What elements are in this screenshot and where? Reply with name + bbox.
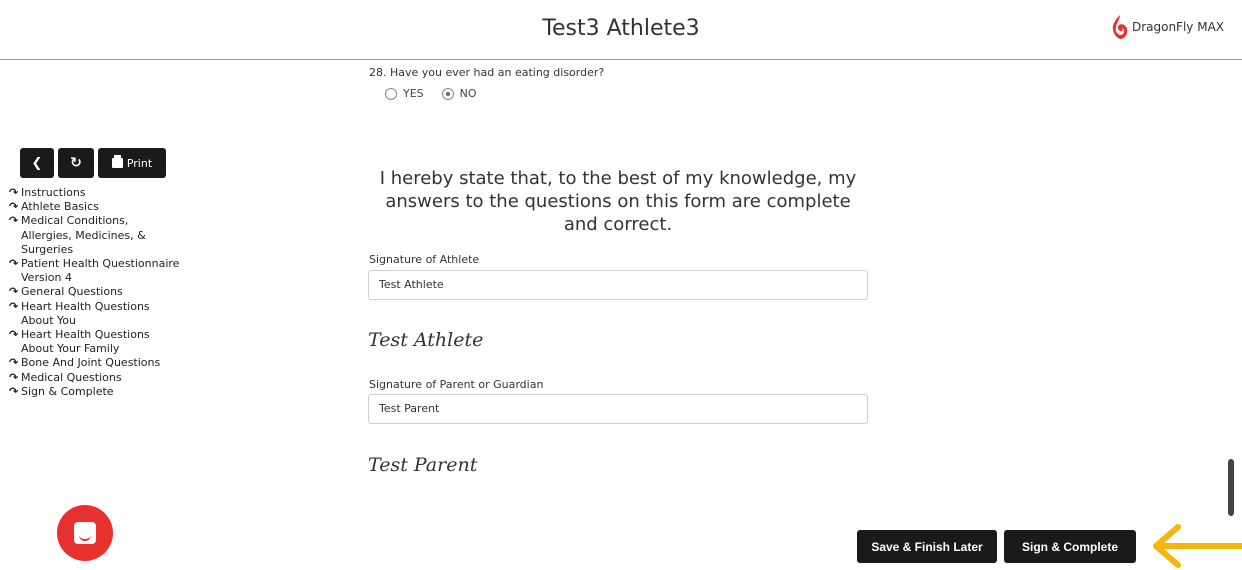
brand-name: DragonFly MAX <box>1131 20 1224 34</box>
brand-logo: DragonFly MAX <box>1111 14 1224 40</box>
nav-item-heart-you[interactable]: ↷ Heart Health Questions About You <box>9 300 209 328</box>
nav-item-label: General Questions <box>21 285 123 299</box>
external-link-icon: ↷ <box>9 328 19 342</box>
external-link-icon: ↷ <box>9 299 19 313</box>
arrow-left-icon <box>1153 524 1242 568</box>
external-link-icon: ↷ <box>9 186 19 199</box>
question-28: 28. Have you ever had an eating disorder… <box>369 66 605 79</box>
refresh-icon: ↻ <box>70 155 82 171</box>
printer-icon <box>111 155 123 168</box>
radio-yes-label: YES <box>403 87 424 100</box>
chat-icon <box>74 522 96 544</box>
nav-item-bone-joint[interactable]: ↷ Bone And Joint Questions <box>9 356 209 370</box>
external-link-icon: ↷ <box>9 384 19 398</box>
nav-item-label: Instructions <box>21 186 86 199</box>
external-link-icon: ↷ <box>9 200 19 214</box>
nav-item-label: Patient Health Questionnaire Version 4 <box>21 257 180 285</box>
nav-item-medical-questions[interactable]: ↷ Medical Questions <box>9 371 209 385</box>
back-button[interactable]: ❮ <box>20 148 54 178</box>
save-finish-later-button[interactable]: Save & Finish Later <box>857 530 997 563</box>
athlete-signature-label: Signature of Athlete <box>369 253 480 266</box>
nav-item-sign-complete[interactable]: ↷ Sign & Complete <box>9 385 209 399</box>
nav-toolbar: ❮ ↻ Print <box>20 148 166 178</box>
nav-item-athlete-basics[interactable]: ↷ Athlete Basics <box>9 200 209 214</box>
nav-item-label: Heart Health Questions About You <box>21 299 150 327</box>
nav-item-heart-family[interactable]: ↷ Heart Health Questions About Your Fami… <box>9 328 209 356</box>
nav-item-medical-conditions[interactable]: ↷ Medical Conditions, Allergies, Medicin… <box>9 214 209 257</box>
chat-button[interactable] <box>57 505 113 561</box>
radio-no[interactable] <box>441 87 454 100</box>
sign-complete-button[interactable]: Sign & Complete <box>1004 530 1136 563</box>
parent-signature-field[interactable]: Test Parent <box>368 394 868 424</box>
external-link-icon: ↷ <box>9 257 19 271</box>
parent-signature-label: Signature of Parent or Guardian <box>369 378 544 391</box>
nav-item-label: Bone And Joint Questions <box>21 356 161 370</box>
radio-no-label: NO <box>459 87 477 100</box>
parent-signature-rendering: Test Parent <box>368 454 478 476</box>
question-28-options: YES NO <box>385 87 495 100</box>
section-nav: ↷ Instructions ↷ Athlete Basics ↷ Medica… <box>9 186 209 399</box>
external-link-icon: ↷ <box>9 214 19 228</box>
nav-item-label: Medical Questions <box>21 370 122 384</box>
refresh-button[interactable]: ↻ <box>58 148 94 178</box>
print-button[interactable]: Print <box>98 148 166 178</box>
nav-item-phq[interactable]: ↷ Patient Health Questionnaire Version 4 <box>9 257 209 285</box>
header: Test3 Athlete3 DragonFly MAX <box>0 0 1242 60</box>
attestation-statement: I hereby state that, to the best of my k… <box>379 168 857 235</box>
nav-item-label: Heart Health Questions About Your Family <box>21 328 150 356</box>
athlete-signature-field[interactable]: Test Athlete <box>368 270 868 300</box>
dragonfly-logo-icon <box>1112 15 1128 39</box>
radio-yes[interactable] <box>385 87 397 100</box>
athlete-signature-rendering: Test Athlete <box>368 329 484 351</box>
nav-item-label: Medical Conditions, Allergies, Medicines… <box>21 214 146 256</box>
scrollbar-thumb[interactable] <box>1228 459 1234 516</box>
print-label: Print <box>126 156 153 170</box>
nav-item-instructions[interactable]: ↷ Instructions <box>9 186 209 200</box>
external-link-icon: ↷ <box>9 356 19 370</box>
page-title: Test3 Athlete3 <box>542 16 700 41</box>
nav-item-general-questions[interactable]: ↷ General Questions <box>9 285 209 299</box>
external-link-icon: ↷ <box>9 370 19 384</box>
external-link-icon: ↷ <box>9 285 19 299</box>
nav-item-label: Athlete Basics <box>21 200 99 214</box>
nav-item-label: Sign & Complete <box>21 384 114 398</box>
chevron-left-icon: ❮ <box>31 155 43 171</box>
